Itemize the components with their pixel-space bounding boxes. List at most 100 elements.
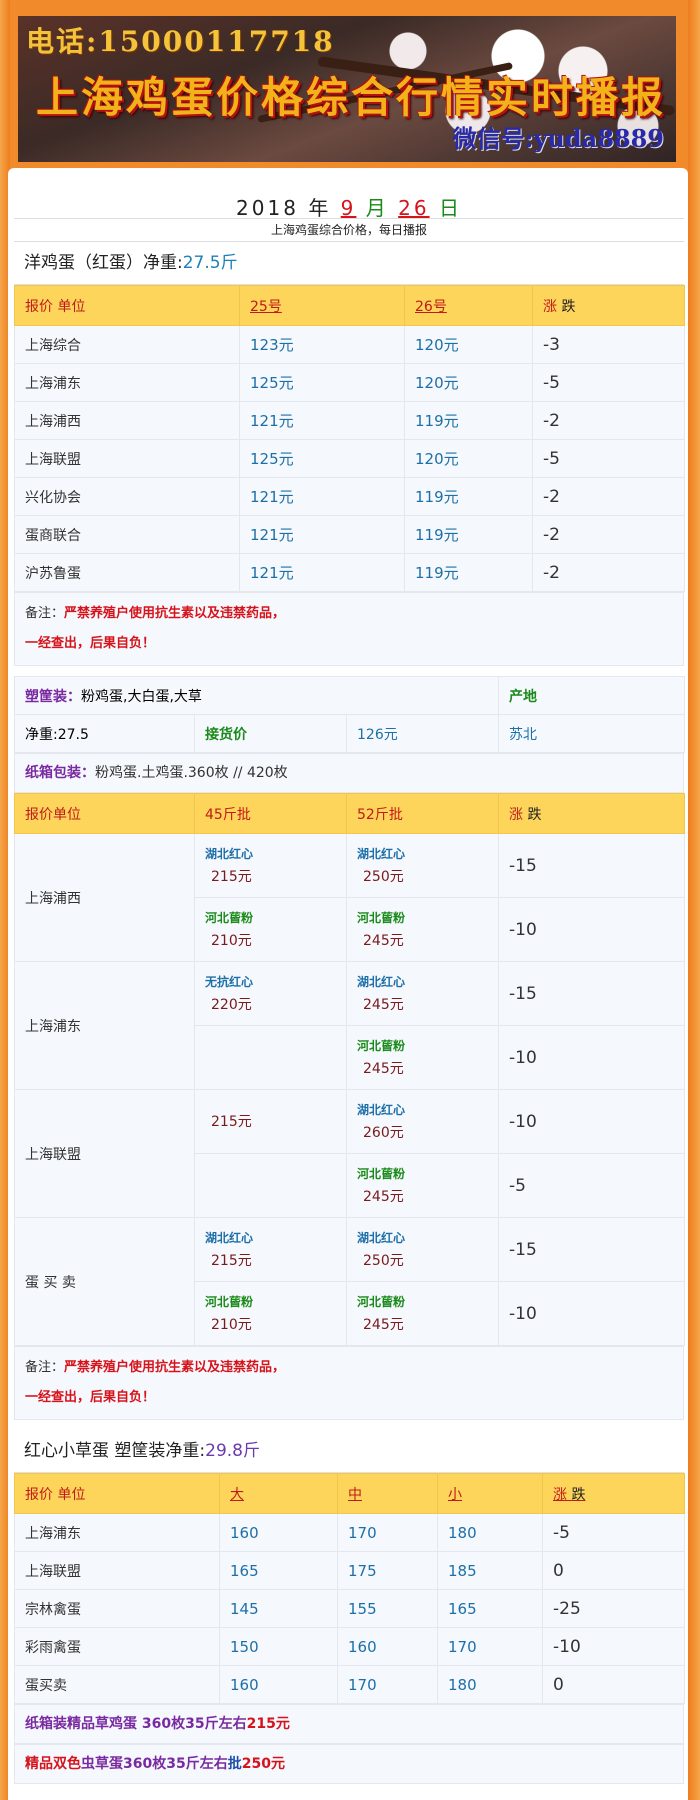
row-change: -25 — [542, 1589, 685, 1628]
row-unit: 彩雨禽蛋 — [14, 1627, 220, 1666]
row-price-26: 120元 — [404, 325, 533, 364]
date-heading: 2018 年 9 月 26 日 — [14, 188, 684, 220]
basket-row: 塑筐装：粉鸡蛋,大白蛋,大草 产地 — [14, 676, 685, 715]
header-change: 涨 跌 — [498, 793, 685, 834]
section3-title: 红心小草蛋 塑筐装净重:29.8斤 — [14, 1430, 684, 1473]
price-value: 210元 — [211, 932, 252, 949]
row-price-26: 119元 — [404, 515, 533, 554]
row-change: -10 — [498, 897, 685, 962]
section1-weight: 27.5斤 — [182, 253, 238, 273]
header-small: 小 — [437, 1473, 543, 1514]
row-price-26: 120元 — [404, 363, 533, 402]
table-row: 上海浦东 160 170 180 -5 — [14, 1513, 685, 1552]
table-row: 上海联盟 165 175 185 0 — [14, 1551, 685, 1590]
row-change: 0 — [542, 1665, 685, 1704]
content-panel: 2018 年 9 月 26 日 上海鸡蛋综合价格，每日播报 洋鸡蛋（红蛋）净重:… — [8, 168, 688, 1800]
header-banner: 电话:15000117718 上海鸡蛋价格综合行情实时播报 微信号:yuda88… — [18, 16, 676, 162]
table-header: 报价 单位 25号 26号 涨 跌 — [14, 285, 685, 326]
table-row: 上海浦东 125元 120元 -5 — [14, 363, 685, 402]
row-change: -10 — [498, 1089, 685, 1154]
table-row: 上海综合 123元 120元 -3 — [14, 325, 685, 364]
row-unit: 沪苏鲁蛋 — [14, 553, 240, 592]
price-value: 245元 — [363, 1060, 404, 1077]
row-unit: 上海联盟 — [14, 439, 240, 478]
basket-text: 粉鸡蛋,大白蛋,大草 — [81, 688, 202, 705]
section2-note: 备注：严禁养殖户使用抗生素以及违禁药品， 一经查出，后果自负！ — [14, 1346, 684, 1420]
cell-52jin: 河北蒈粉 245元 — [346, 897, 499, 962]
origin-label: 产地 — [498, 676, 685, 715]
two-color-line: 精品双色虫草蛋360枚35斤左右批250元 — [14, 1744, 684, 1784]
cell-45jin: 无抗红心 220元 — [194, 961, 347, 1026]
cell-52jin: 湖北红心 250元 — [346, 833, 499, 898]
carton-row: 纸箱包装：粉鸡蛋.土鸡蛋.360枚 // 420枚 — [14, 753, 684, 793]
row-unit: 上海浦西 — [14, 833, 195, 962]
row-change: -2 — [532, 553, 685, 592]
price-value: 260元 — [363, 1124, 404, 1141]
header-day25: 25号 — [239, 285, 405, 326]
variety-tag: 河北蒈粉 — [205, 910, 254, 925]
cell-45jin: 215元 — [194, 1089, 347, 1154]
row-change: -5 — [532, 439, 685, 478]
row-small: 170 — [437, 1627, 543, 1666]
row-medium: 170 — [337, 1513, 438, 1552]
table-row: 蛋买卖 160 170 180 0 — [14, 1665, 685, 1704]
row-price-25: 125元 — [239, 363, 405, 402]
variety-tag: 河北蒈粉 — [357, 1038, 406, 1053]
row-small: 180 — [437, 1665, 543, 1704]
row-unit: 上海浦东 — [14, 1513, 220, 1552]
variety-tag: 河北蒈粉 — [357, 1166, 406, 1181]
row-price-26: 119元 — [404, 477, 533, 516]
header-unit: 报价单位 — [14, 793, 195, 834]
pickup-price: 126元 — [346, 714, 499, 753]
row-price-25: 125元 — [239, 439, 405, 478]
table-row: 蛋商联合 121元 119元 -2 — [14, 515, 685, 554]
row-price-25: 121元 — [239, 477, 405, 516]
section3-price-table: 报价 单位 大 中 小 涨 跌 上海浦东 160 170 180 -5 上海联盟 165 17… — [14, 1473, 685, 1704]
row-price-26: 119元 — [404, 401, 533, 440]
row-large: 150 — [219, 1627, 338, 1666]
row-large: 145 — [219, 1589, 338, 1628]
variety-tag: 湖北红心 — [357, 974, 406, 989]
row-change: -2 — [532, 515, 685, 554]
row-medium: 170 — [337, 1665, 438, 1704]
row-price-25: 123元 — [239, 325, 405, 364]
header-change: 涨 跌 — [532, 285, 685, 326]
price-value: 250元 — [363, 868, 404, 885]
table-row: 上海浦东 无抗红心 220元 湖北红心 245元 -15 — [14, 961, 685, 1090]
row-change: -15 — [498, 833, 685, 898]
cell-52jin: 湖北红心 250元 — [346, 1217, 499, 1282]
price-value: 245元 — [363, 1188, 404, 1205]
row-unit: 蛋商联合 — [14, 515, 240, 554]
table-header: 报价单位 45斤批 52斤批 涨 跌 — [14, 793, 685, 834]
date-year-unit: 年 — [308, 196, 332, 220]
variety-tag: 河北蒈粉 — [357, 1294, 406, 1309]
table-header: 报价 单位 大 中 小 涨 跌 — [14, 1473, 685, 1514]
date-month-unit: 月 — [365, 196, 389, 220]
table-row: 上海浦西 湖北红心 215元 湖北红心 250元 -15 — [14, 833, 685, 962]
row-large: 160 — [219, 1665, 338, 1704]
variety-tag: 湖北红心 — [205, 846, 254, 861]
row-price-25: 121元 — [239, 401, 405, 440]
table-row: 上海浦西 121元 119元 -2 — [14, 401, 685, 440]
note-warning-2: 一经查出，后果自负！ — [25, 636, 156, 651]
price-value: 220元 — [211, 996, 252, 1013]
cell-45jin — [194, 1153, 347, 1218]
row-unit: 宗林禽蛋 — [14, 1589, 220, 1628]
basket-label: 塑筐装： — [25, 688, 81, 705]
cell-52jin: 河北蒈粉 245元 — [346, 1281, 499, 1346]
basket-weight: 净重:27.5 — [14, 714, 195, 753]
row-small: 185 — [437, 1551, 543, 1590]
note-warning-2: 一经查出，后果自负！ — [25, 1390, 156, 1405]
row-small: 165 — [437, 1589, 543, 1628]
header-change: 涨 跌 — [542, 1473, 685, 1514]
table-row: 宗林禽蛋 145 155 165 -25 — [14, 1589, 685, 1628]
variety-tag: 河北蒈粉 — [205, 1294, 254, 1309]
row-change: -3 — [532, 325, 685, 364]
two-color-batch: 批 — [227, 1756, 242, 1772]
row-medium: 155 — [337, 1589, 438, 1628]
cell-45jin: 河北蒈粉 210元 — [194, 1281, 347, 1346]
variety-tag: 无抗红心 — [205, 974, 254, 989]
row-large: 165 — [219, 1551, 338, 1590]
price-value: 245元 — [363, 1316, 404, 1333]
header-unit: 报价 单位 — [14, 285, 240, 326]
